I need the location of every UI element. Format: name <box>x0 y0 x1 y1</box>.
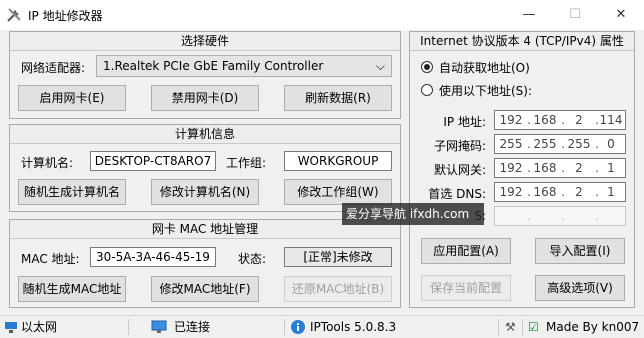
octet: 0 <box>607 137 615 151</box>
dot: . <box>561 209 565 223</box>
status-separator <box>522 319 523 335</box>
octet: 255 <box>533 137 557 151</box>
octet: 168 <box>533 161 557 175</box>
workgroup-field[interactable]: WORKGROUP <box>284 151 392 171</box>
status-separator <box>284 319 285 335</box>
auto-address-label[interactable]: 自动获取地址(O) <box>439 59 530 76</box>
auto-address-radio[interactable] <box>421 61 433 73</box>
mac-panel: 网卡 MAC 地址管理 MAC 地址: 30-5A-3A-46-45-19 状态… <box>9 219 401 308</box>
wrench-icon[interactable]: ⚒ <box>505 319 516 335</box>
octet: 192 <box>499 185 523 199</box>
computer-name-field[interactable]: DESKTOP-CT8ARO7 <box>90 151 216 171</box>
octet: 1 <box>607 161 615 175</box>
author-text: Made By kn007 <box>546 320 640 334</box>
watermark-overlay: 爱分享导航 ifxdh.com <box>342 203 484 225</box>
adapter-select-value: 1.Realtek PCIe GbE Family Controller <box>103 59 324 73</box>
modify-computer-name-button[interactable]: 修改计算机名(N) <box>151 179 259 205</box>
disable-adapter-button[interactable]: 禁用网卡(D) <box>151 85 259 111</box>
title-bar: IP 地址修改器 — ☐ ✕ <box>0 0 644 30</box>
restore-mac-button[interactable]: 还原MAC地址(B) <box>284 276 392 302</box>
octet: 2 <box>575 161 583 175</box>
apply-config-button[interactable]: 应用配置(A) <box>421 238 511 264</box>
workgroup-label: 工作组: <box>226 156 267 170</box>
ipv4-header: Internet 协议版本 4 (TCP/IPv4) 属性 <box>410 32 634 51</box>
adapter-select[interactable]: 1.Realtek PCIe GbE Family Controller ⌵ <box>96 55 392 77</box>
checkbox-icon: ☑ <box>528 320 539 334</box>
ip-address-field[interactable]: 192. 168. 2. 114 <box>494 110 626 130</box>
octet: 168 <box>533 113 557 127</box>
hardware-panel: 选择硬件 网络适配器: 1.Realtek PCIe GbE Family Co… <box>9 31 401 119</box>
status-separator <box>128 319 129 335</box>
mac-status-field: [正常]未修改 <box>284 247 392 267</box>
maximize-button[interactable]: ☐ <box>552 0 598 30</box>
status-bar: 以太网 已连接 IPTools 5.0.8.3 ⚒ ☑ Made By kn00… <box>0 315 644 338</box>
octet: 2 <box>575 185 583 199</box>
octet: 192 <box>499 113 523 127</box>
computer-name-label: 计算机名: <box>21 156 74 170</box>
import-config-button[interactable]: 导入配置(I) <box>535 238 625 264</box>
modify-workgroup-button[interactable]: 修改工作组(W) <box>284 179 392 205</box>
close-button[interactable]: ✕ <box>598 0 644 30</box>
preferred-dns-field[interactable]: 192. 168. 2. 1 <box>494 182 626 202</box>
version-text: IPTools 5.0.8.3 <box>310 320 397 334</box>
connection-type: 以太网 <box>21 320 58 334</box>
adapter-label: 网络适配器: <box>21 61 86 75</box>
gateway-label: 默认网关: <box>433 163 486 177</box>
octet: 2 <box>575 113 583 127</box>
gateway-field[interactable]: 192. 168. 2. 1 <box>494 158 626 178</box>
preferred-dns-label: 首选 DNS: <box>428 187 486 201</box>
hardware-header: 选择硬件 <box>10 32 400 51</box>
octet: 114 <box>599 113 623 127</box>
subnet-mask-field[interactable]: 255. 255. 255. 0 <box>494 134 626 154</box>
save-config-button[interactable]: 保存当前配置 <box>421 275 511 301</box>
modify-mac-button[interactable]: 修改MAC地址(F) <box>151 276 259 302</box>
refresh-button[interactable]: 刷新数据(R) <box>284 85 392 111</box>
random-mac-button[interactable]: 随机生成MAC地址 <box>18 276 126 302</box>
random-computer-name-button[interactable]: 随机生成计算机名 <box>18 179 126 205</box>
tools-icon <box>7 8 21 22</box>
subnet-mask-label: 子网掩码: <box>433 139 486 153</box>
alternate-dns-field[interactable]: . . . <box>494 206 626 226</box>
manual-address-label[interactable]: 使用以下地址(S): <box>439 82 532 99</box>
window-title: IP 地址修改器 <box>28 9 103 23</box>
computer-header: 计算机信息 <box>10 125 400 144</box>
octet: 255 <box>499 137 523 151</box>
octet: 255 <box>567 137 591 151</box>
octet: 168 <box>533 185 557 199</box>
mac-address-label: MAC 地址: <box>21 252 80 266</box>
mac-address-field[interactable]: 30-5A-3A-46-45-19 <box>90 247 216 267</box>
advanced-options-button[interactable]: 高级选项(V) <box>535 275 625 301</box>
dot: . <box>527 209 531 223</box>
octet: 192 <box>499 161 523 175</box>
manual-address-radio[interactable] <box>421 84 433 96</box>
enable-adapter-button[interactable]: 启用网卡(E) <box>18 85 126 111</box>
chevron-down-icon: ⌵ <box>375 59 385 73</box>
ip-address-label: IP 地址: <box>443 115 486 129</box>
minimize-button[interactable]: — <box>506 0 552 30</box>
octet: 1 <box>607 185 615 199</box>
computer-panel: 计算机信息 计算机名: DESKTOP-CT8ARO7 工作组: WORKGRO… <box>9 124 401 212</box>
connected-icon <box>151 320 167 333</box>
dot: . <box>595 209 599 223</box>
connection-state: 已连接 <box>174 320 211 334</box>
ipv4-panel: Internet 协议版本 4 (TCP/IPv4) 属性 自动获取地址(O) … <box>409 31 635 308</box>
network-icon <box>5 322 17 333</box>
info-icon <box>291 320 305 334</box>
mac-status-label: 状态: <box>238 252 267 266</box>
status-separator <box>498 319 499 335</box>
